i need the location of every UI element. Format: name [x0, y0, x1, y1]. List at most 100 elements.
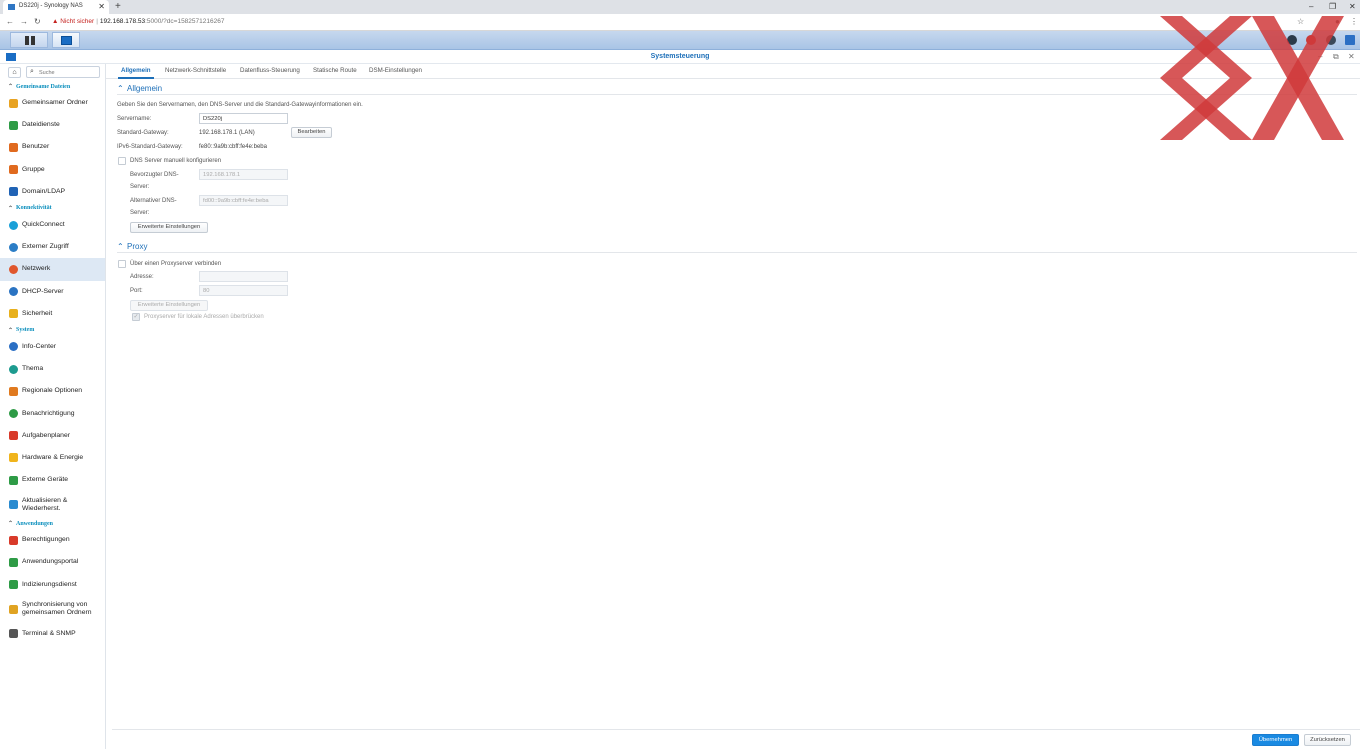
sidebar-item-label: Netzwerk: [22, 265, 51, 273]
reset-button[interactable]: Zurücksetzen: [1304, 734, 1351, 746]
footer-divider: [112, 729, 1360, 730]
notification-icon: [9, 409, 18, 419]
user-icon[interactable]: [1306, 35, 1316, 45]
close-icon[interactable]: ✕: [1348, 52, 1355, 61]
sidebar-item-label: Sicherheit: [22, 309, 53, 317]
sidebar-section-header[interactable]: ⌃ System: [0, 325, 105, 336]
edit-gateway-button[interactable]: Bearbeiten: [291, 127, 332, 138]
sidebar-item-index[interactable]: Indizierungsdienst: [0, 574, 105, 596]
widgets-icon[interactable]: [1345, 35, 1355, 45]
profile-icon[interactable]: ●: [1335, 17, 1340, 26]
sidebar-item-bulb[interactable]: Hardware & Energie: [0, 447, 105, 469]
server-name-input[interactable]: DS220j: [199, 113, 288, 124]
sidebar-search[interactable]: ⌕: [26, 66, 100, 78]
sidebar-section-header[interactable]: ⌃ Konnektivität: [0, 203, 105, 214]
maximize-window-button[interactable]: ❐: [1329, 2, 1336, 11]
server-name-label: Servername:: [117, 116, 152, 122]
sidebar-item-label: Gruppe: [22, 165, 45, 173]
dns-manual-label: DNS Server manuell konfigurieren: [130, 158, 222, 164]
general-section-header[interactable]: ⌃ Allgemein: [117, 84, 1357, 95]
sidebar-item-quickconnect[interactable]: QuickConnect: [0, 214, 105, 236]
window-titlebar: Systemsteuerung – ⧉ ✕: [0, 51, 1360, 64]
search-input[interactable]: [39, 68, 97, 77]
sidebar-item-regional[interactable]: Regionale Optionen: [0, 380, 105, 402]
proxy-connect-checkbox[interactable]: [118, 260, 126, 268]
maximize-icon[interactable]: ⧉: [1333, 52, 1339, 62]
tab-bar: Allgemein Netzwerk-Schnittstelle Datenfl…: [106, 64, 1360, 79]
proxy-section-header[interactable]: ⌃ Proxy: [117, 242, 1357, 253]
gateway-label: Standard-Gateway:: [117, 130, 169, 136]
minimize-icon[interactable]: –: [1318, 52, 1322, 61]
sidebar-item-dhcp[interactable]: DHCP-Server: [0, 281, 105, 303]
sidebar-item-label: Domain/LDAP: [22, 187, 66, 195]
sidebar-item-label: Aufgabenplaner: [22, 431, 70, 439]
sidebar-item-terminal[interactable]: Terminal & SNMP: [0, 623, 105, 645]
file-services-icon: [9, 120, 18, 130]
dns-manual-checkbox[interactable]: [118, 157, 126, 165]
preferred-dns-input[interactable]: 192.168.178.1: [199, 169, 288, 180]
sidebar-item-info[interactable]: Info-Center: [0, 336, 105, 358]
control-panel-task-button[interactable]: [52, 32, 80, 48]
bookmark-star-icon[interactable]: ☆: [1297, 17, 1304, 26]
sidebar-item-file-services[interactable]: Dateidienste: [0, 114, 105, 136]
ipv6-gateway-value: fe80::9a9b:cbff:fe4e:beba: [199, 144, 267, 150]
proxy-advanced-settings-button[interactable]: Erweiterte Einstellungen: [130, 300, 208, 311]
close-window-button[interactable]: ✕: [1349, 2, 1356, 11]
update-icon: [9, 500, 18, 510]
preferred-dns-label: Bevorzugter DNS-: [130, 172, 179, 178]
proxy-address-input[interactable]: [199, 271, 288, 282]
url-separator: |: [96, 18, 98, 25]
active-tab-indicator: [118, 77, 154, 79]
sidebar-item-calendar[interactable]: Aufgabenplaner: [0, 425, 105, 447]
search-icon[interactable]: [1326, 35, 1336, 45]
sidebar-section-header[interactable]: ⌃ Gemeinsame Dateien: [0, 81, 105, 92]
sidebar-item-group[interactable]: Gruppe: [0, 159, 105, 181]
tab-general[interactable]: Allgemein: [121, 67, 151, 74]
tab-dsm-settings[interactable]: DSM-Einstellungen: [369, 67, 422, 74]
forward-arrow-icon[interactable]: →: [20, 17, 28, 26]
sidebar-item-network[interactable]: Netzwerk: [0, 258, 105, 281]
ipv6-gateway-label: IPv6-Standard-Gateway:: [117, 144, 183, 150]
sidebar-item-privileges[interactable]: Berechtigungen: [0, 529, 105, 551]
chat-icon[interactable]: [1287, 35, 1297, 45]
portal-icon: [9, 557, 18, 567]
sidebar-item-sync[interactable]: Synchronisierung von gemeinsamen Ordnern: [0, 596, 105, 623]
url-field[interactable]: ▲ Nicht sicher | 192.168.178.53:5000/?dc=1…: [52, 18, 224, 25]
general-description: Geben Sie den Servernamen, den DNS-Serve…: [117, 102, 363, 108]
tab-static-route[interactable]: Statische Route: [313, 67, 357, 74]
apply-button[interactable]: Übernehmen: [1252, 734, 1299, 746]
alternate-dns-input[interactable]: fd00::9a9b:cbff:fe4e:beba: [199, 195, 288, 206]
proxy-connect-label: Über einen Proxyserver verbinden: [130, 261, 222, 267]
sidebar-item-shield[interactable]: Sicherheit: [0, 303, 105, 325]
sidebar-item-update[interactable]: Aktualisieren & Wiederherst.: [0, 491, 105, 518]
sidebar-item-globe[interactable]: Externer Zugriff: [0, 236, 105, 258]
main-menu-button[interactable]: [10, 32, 48, 48]
sidebar-item-folder[interactable]: Gemeinsamer Ordner: [0, 92, 105, 114]
sidebar-item-external-device[interactable]: Externe Geräte: [0, 469, 105, 491]
index-icon: [9, 580, 18, 590]
proxy-bypass-label: Proxyserver für lokale Adressen überbrüc…: [144, 314, 264, 320]
sidebar-item-portal[interactable]: Anwendungsportal: [0, 551, 105, 573]
sidebar-item-label: Hardware & Energie: [22, 453, 84, 461]
sidebar-item-theme[interactable]: Thema: [0, 358, 105, 380]
tab-network-interface[interactable]: Netzwerk-Schnittstelle: [165, 67, 226, 74]
sidebar-item-notification[interactable]: Benachrichtigung: [0, 402, 105, 424]
new-tab-button[interactable]: +: [115, 1, 121, 12]
browser-menu-icon[interactable]: ⋮: [1350, 17, 1358, 26]
home-button[interactable]: ⌂: [8, 67, 21, 78]
proxy-port-input[interactable]: 80: [199, 285, 288, 296]
proxy-bypass-checkbox[interactable]: ✓: [132, 313, 140, 321]
back-arrow-icon[interactable]: ←: [6, 17, 14, 26]
sidebar-item-user[interactable]: Benutzer: [0, 136, 105, 158]
reload-icon[interactable]: ↻: [34, 17, 41, 26]
privileges-icon: [9, 535, 18, 545]
tab-close-icon[interactable]: ✕: [98, 2, 105, 11]
browser-tab[interactable]: DS220j - Synology NAS ✕: [3, 0, 109, 14]
tab-traffic-control[interactable]: Datenfluss-Steuerung: [240, 67, 300, 74]
sidebar-section-header[interactable]: ⌃ Anwendungen: [0, 518, 105, 529]
minimize-window-button[interactable]: –: [1309, 2, 1313, 11]
sidebar-item-domain[interactable]: Domain/LDAP: [0, 181, 105, 203]
sidebar-item-label: DHCP-Server: [22, 287, 64, 295]
advanced-settings-button[interactable]: Erweiterte Einstellungen: [130, 222, 208, 233]
sidebar-item-label: QuickConnect: [22, 221, 65, 229]
